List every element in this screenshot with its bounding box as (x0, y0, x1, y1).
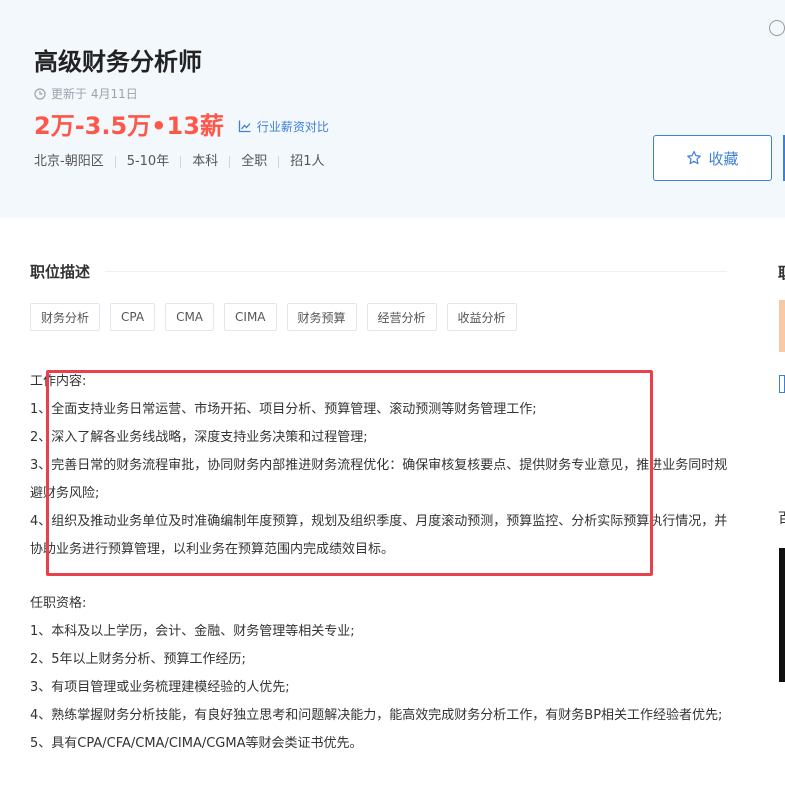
skill-tag: 财务分析 (30, 303, 101, 331)
skill-tag: 财务预算 (286, 303, 357, 331)
skill-tag: CMA (165, 303, 215, 331)
sidebar-heading: 职 (778, 262, 785, 283)
info-icon[interactable] (769, 20, 785, 36)
job-header (0, 0, 785, 218)
divider (114, 156, 116, 168)
job-experience: 5-10年 (126, 154, 170, 169)
requirement-item: 2、5年以上财务分析、预算工作经历; (30, 652, 246, 667)
job-education: 本科 (192, 154, 219, 169)
favorite-label: 收藏 (708, 149, 739, 168)
requirements-title: 任职资格: (30, 596, 87, 611)
chart-icon (238, 120, 251, 133)
section-heading: 职位描述 (30, 263, 91, 281)
clock-icon (34, 88, 46, 100)
job-meta: 北京-朝阳区 5-10年 本科 全职 招1人 (34, 152, 325, 172)
job-headcount: 招1人 (290, 154, 325, 169)
star-icon (687, 150, 702, 165)
sidebar-badge (779, 375, 785, 393)
job-type: 全职 (241, 154, 268, 169)
requirement-item: 3、有项目管理或业务梳理建模经验的人优先; (30, 680, 290, 695)
divider (229, 156, 231, 168)
sidebar-banner-image[interactable] (779, 548, 785, 682)
requirement-item: 5、具有CPA/CFA/CMA/CIMA/CGMA等财会类证书优先。 (30, 736, 363, 751)
salary-row: 2万-3.5万•13薪 行业薪资对比 (34, 110, 329, 142)
divider (180, 156, 182, 168)
skill-tag: 经营分析 (366, 303, 437, 331)
sidebar-card-image[interactable] (779, 300, 785, 352)
skill-tag: CIMA (224, 303, 277, 331)
skill-tags: 财务分析 CPA CMA CIMA 财务预算 经营分析 收益分析 (30, 303, 517, 331)
skill-tag: 收益分析 (446, 303, 517, 331)
job-title: 高级财务分析师 (34, 48, 202, 76)
skill-tag: CPA (110, 303, 156, 331)
section-divider (105, 271, 727, 272)
salary: 2万-3.5万•13薪 (34, 112, 224, 140)
salary-compare-label: 行业薪资对比 (256, 119, 329, 134)
requirement-item: 1、本科及以上学历，会计、金融、财务管理等相关专业; (30, 624, 355, 639)
favorite-button[interactable]: 收藏 (653, 135, 772, 181)
salary-compare-link[interactable]: 行业薪资对比 (238, 118, 329, 135)
job-location: 北京-朝阳区 (34, 154, 104, 169)
update-info: 更新于 4月11日 (34, 86, 138, 102)
update-text: 更新于 4月11日 (51, 87, 138, 101)
annotation-highlight-box (46, 370, 653, 576)
requirement-item: 4、熟练掌握财务分析技能，有良好独立思考和问题解决能力，能高效完成财务分析工作，… (30, 708, 723, 723)
divider (278, 156, 280, 168)
sidebar-heading-2: 百 (778, 508, 785, 528)
